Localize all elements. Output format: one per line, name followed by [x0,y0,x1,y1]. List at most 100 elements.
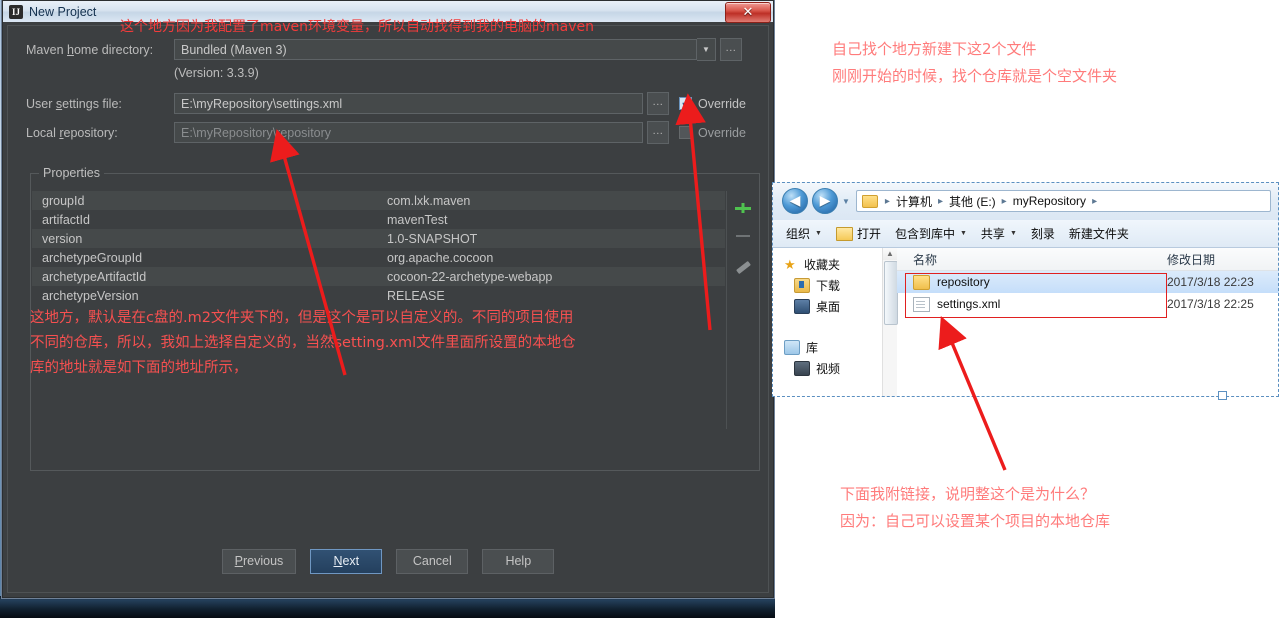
breadcrumb-item-computer[interactable]: 计算机 [894,193,934,210]
chevron-down-icon: ▼ [1009,230,1017,237]
sidebar-item-libraries[interactable]: 库 [772,337,882,358]
breadcrumb-item-drive[interactable]: 其他 (E:) [947,193,998,210]
properties-legend: Properties [39,166,104,180]
previous-button[interactable]: Previous [221,549,297,574]
file-date-cell: 2017/3/18 22:25 [1167,297,1254,311]
help-button[interactable]: Help [482,549,555,574]
annotation-right-bottom: 下面我附链接，说明整这个是为什么？ 因为：自己可以设置某个项目的本地仓库 [840,481,1110,535]
annotation-right-bottom-line1: 下面我附链接，说明整这个是为什么？ [840,485,1096,503]
property-key: archetypeVersion [42,288,139,303]
property-key: archetypeGroupId [42,250,143,265]
property-value: cocoon-22-archetype-webapp [387,269,553,284]
table-row[interactable]: archetypeArtifactId cocoon-22-archetype-… [32,267,725,286]
explorer-sidebar: ★ 收藏夹 下载 桌面 库 视频 [772,248,882,397]
user-settings-label: User settings file: [26,96,122,111]
forward-arrow-icon[interactable]: ▶ [812,188,838,214]
sidebar-item-label: 桌面 [816,300,841,314]
breadcrumb-separator: ▸ [1001,195,1007,207]
local-repository-override-group[interactable]: Override [679,126,746,140]
user-settings-browse-button[interactable]: ... [647,92,669,115]
column-header-name[interactable]: 名称 [897,251,1167,268]
breadcrumb-separator: ▸ [884,195,890,207]
windows-explorer-window: ◀ ▶ ▼ ▸ 计算机 ▸ 其他 (E:) ▸ myRepository ▸ 组… [772,182,1279,397]
sidebar-item-favorites[interactable]: ★ 收藏夹 [772,254,882,275]
maven-home-browse-button[interactable]: ... [720,38,742,61]
explorer-toolbar: 组织 ▼ 打开 包含到库中 ▼ 共享 ▼ 刻录 新建文件夹 [772,220,1279,248]
dialog-titlebar: IJ New Project ✕ [3,1,773,23]
file-list-header: 名称 修改日期 [897,248,1279,271]
property-key: groupId [42,193,85,208]
property-value: 1.0-SNAPSHOT [387,231,478,246]
sidebar-item-downloads[interactable]: 下载 [772,275,882,296]
properties-group: Properties groupId com.lxk.maven artifac… [30,166,760,471]
maven-home-label: Maven home directory: [26,42,154,57]
local-repository-label: Local repository: [26,125,118,140]
user-settings-override-group[interactable]: ✓ Override [679,97,746,111]
annotation-right-top-line2: 刚刚开始的时候，找个仓库就是个空文件夹 [832,67,1118,85]
property-value: RELEASE [387,288,445,303]
local-repository-row: Local repository: E:\myRepository\reposi… [26,121,756,144]
properties-toolbar [726,191,759,429]
toolbar-organize[interactable]: 组织 ▼ [786,225,822,242]
file-list: 名称 修改日期 repository 2017/3/18 22:23 setti… [897,248,1279,397]
sidebar-item-desktop[interactable]: 桌面 [772,296,882,317]
add-icon[interactable] [732,197,754,219]
chevron-down-icon[interactable]: ▼ [697,38,716,61]
toolbar-new-folder[interactable]: 新建文件夹 [1069,225,1129,242]
history-dropdown-icon[interactable]: ▼ [842,197,850,206]
table-row[interactable]: version 1.0-SNAPSHOT [32,229,725,248]
maven-home-input[interactable]: Bundled (Maven 3) [174,39,697,60]
maven-version-note: (Version: 3.3.9) [174,66,259,80]
local-repository-browse-button[interactable]: ... [647,121,669,144]
properties-table[interactable]: groupId com.lxk.maven artifactId mavenTe… [32,191,725,429]
sidebar-item-label: 下载 [816,279,841,293]
video-icon [794,361,810,376]
list-item[interactable]: repository 2017/3/18 22:23 [897,271,1279,293]
sidebar-scrollbar[interactable]: ▲ [882,248,898,397]
close-button[interactable]: ✕ [725,2,771,23]
breadcrumb-separator: ▸ [1092,195,1098,207]
user-settings-row: User settings file: E:\myRepository\sett… [26,92,756,115]
table-row[interactable]: archetypeVersion RELEASE [32,286,725,305]
scroll-up-icon[interactable]: ▲ [883,248,897,260]
selection-handle [1218,391,1227,400]
dialog-title: New Project [29,4,97,19]
table-row[interactable]: archetypeGroupId org.apache.cocoon [32,248,725,267]
table-row[interactable]: groupId com.lxk.maven [32,191,725,210]
back-arrow-icon[interactable]: ◀ [782,188,808,214]
column-header-date[interactable]: 修改日期 [1167,251,1279,268]
library-icon [784,340,800,355]
table-row[interactable]: artifactId mavenTest [32,210,725,229]
folder-icon [913,274,930,290]
annotation-right-bottom-line2: 因为：自己可以设置某个项目的本地仓库 [840,512,1111,530]
next-button[interactable]: Next [310,549,383,574]
remove-icon[interactable] [732,225,754,247]
toolbar-share[interactable]: 共享 ▼ [981,225,1017,242]
scrollbar-thumb[interactable] [884,261,898,325]
new-project-dialog: IJ New Project ✕ Maven home directory: B… [2,0,774,598]
open-folder-icon [835,226,853,241]
maven-version-row: (Version: 3.3.9) [174,66,259,80]
cancel-button[interactable]: Cancel [396,549,469,574]
local-repository-input[interactable]: E:\myRepository\repository [174,122,643,143]
toolbar-include-in-library[interactable]: 包含到库中 ▼ [895,225,967,242]
property-value: org.apache.cocoon [387,250,494,265]
local-repository-override-label: Override [698,125,746,140]
list-item[interactable]: settings.xml 2017/3/18 22:25 [897,293,1279,315]
star-icon: ★ [784,257,796,272]
breadcrumb-item-myrepository[interactable]: myRepository [1011,194,1088,208]
breadcrumb-separator: ▸ [937,195,943,207]
toolbar-open[interactable]: 打开 [835,225,881,242]
breadcrumb[interactable]: ▸ 计算机 ▸ 其他 (E:) ▸ myRepository ▸ [855,190,1271,212]
edit-pencil-icon[interactable] [732,253,754,275]
user-settings-input[interactable]: E:\myRepository\settings.xml [174,93,643,114]
toolbar-burn[interactable]: 刻录 [1031,225,1055,242]
chevron-down-icon: ▼ [959,230,967,237]
user-settings-override-checkbox[interactable]: ✓ [679,97,692,110]
user-settings-override-label: Override [698,96,746,111]
sidebar-item-videos[interactable]: 视频 [772,358,882,379]
dialog-body: Maven home directory: Bundled (Maven 3) … [7,25,769,593]
local-repository-override-checkbox[interactable] [679,126,692,139]
property-key: version [42,231,83,246]
chevron-down-icon: ▼ [815,230,822,237]
